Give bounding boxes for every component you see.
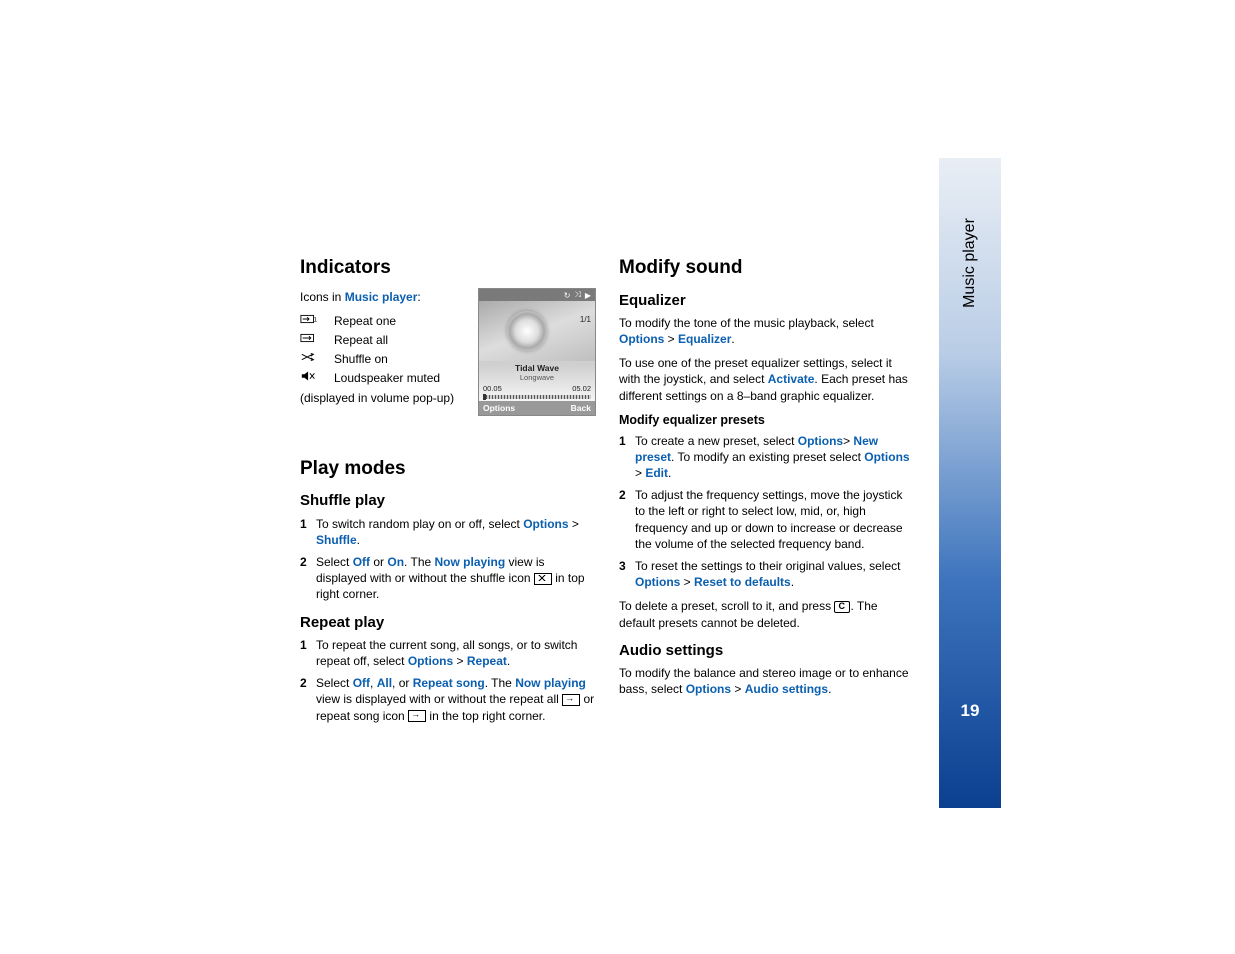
- now-playing-link[interactable]: Now playing: [435, 555, 506, 569]
- heading-modify-presets: Modify equalizer presets: [619, 412, 914, 429]
- heading-play-modes: Play modes: [300, 456, 595, 482]
- total-time: 05.02: [572, 384, 591, 393]
- play-status-icon: ▶: [585, 291, 591, 300]
- progress-times: 00.05 05.02: [479, 382, 595, 393]
- now-playing-link[interactable]: Now playing: [515, 676, 586, 690]
- progress-bar: [483, 395, 591, 399]
- heading-modify-sound: Modify sound: [619, 255, 914, 281]
- track-counter: 1/1: [580, 315, 591, 324]
- shot-topbar: ↻ ⤨ ▶: [479, 289, 595, 301]
- softkey-left[interactable]: Options: [483, 403, 515, 413]
- cd-icon: [507, 311, 547, 351]
- shuffle-steps: 1 To switch random play on or off, selec…: [300, 516, 595, 603]
- eq-para-2: To use one of the preset equalizer setti…: [619, 355, 914, 404]
- step-3: 3 To reset the settings to their origina…: [619, 558, 914, 590]
- phone-screenshot: ↻ ⤨ ▶ 1/1 Tidal Wave Longwave 00.05 05.0…: [478, 288, 596, 416]
- speaker-muted-icon: [300, 370, 334, 386]
- column-right: Modify sound Equalizer To modify the ton…: [619, 255, 914, 732]
- shuffle-status-icon: ⤨: [574, 290, 580, 300]
- options-link[interactable]: Options: [798, 434, 843, 448]
- song-title: Tidal Wave: [479, 361, 595, 373]
- softkey-right[interactable]: Back: [571, 403, 591, 413]
- step-2: 2 Select Off, All, or Repeat song. The N…: [300, 675, 595, 724]
- shuffle-link[interactable]: Shuffle: [316, 533, 357, 547]
- elapsed-time: 00.05: [483, 384, 502, 393]
- options-link[interactable]: Options: [864, 450, 909, 464]
- audio-settings-para: To modify the balance and stereo image o…: [619, 665, 914, 697]
- step-1: 1 To create a new preset, select Options…: [619, 433, 914, 482]
- repeat-status-icon: ↻: [564, 291, 571, 300]
- music-player-link[interactable]: Music player: [345, 290, 418, 304]
- options-link[interactable]: Options: [635, 575, 680, 589]
- reset-defaults-link[interactable]: Reset to defaults: [694, 575, 791, 589]
- step-2: 2 To adjust the frequency settings, move…: [619, 487, 914, 552]
- heading-equalizer: Equalizer: [619, 291, 914, 311]
- heading-audio-settings: Audio settings: [619, 641, 914, 661]
- heading-indicators: Indicators: [300, 255, 595, 281]
- off-link[interactable]: Off: [353, 676, 370, 690]
- delete-preset-para: To delete a preset, scroll to it, and pr…: [619, 598, 914, 630]
- heading-shuffle-play: Shuffle play: [300, 491, 595, 511]
- svg-text:1: 1: [314, 317, 318, 324]
- equalizer-link[interactable]: Equalizer: [678, 332, 731, 346]
- step-1: 1 To repeat the current song, all songs,…: [300, 637, 595, 669]
- step-2: 2 Select Off or On. The Now playing view…: [300, 554, 595, 603]
- repeat-all-inline-icon: [562, 694, 580, 706]
- softkeys: Options Back: [479, 401, 595, 415]
- page-content: Indicators Icons in Music player: 1 Repe…: [300, 0, 990, 732]
- shuffle-inline-icon: [534, 573, 552, 585]
- options-link[interactable]: Options: [408, 654, 453, 668]
- all-link[interactable]: All: [377, 676, 392, 690]
- on-link[interactable]: On: [387, 555, 404, 569]
- repeat-song-inline-icon: [408, 710, 426, 722]
- repeat-song-link[interactable]: Repeat song: [413, 676, 485, 690]
- repeat-one-icon: 1: [300, 313, 334, 329]
- album-art: 1/1: [479, 301, 595, 361]
- artist-name: Longwave: [479, 373, 595, 382]
- shuffle-icon: [300, 351, 334, 367]
- audio-settings-link[interactable]: Audio settings: [745, 682, 828, 696]
- options-link[interactable]: Options: [523, 517, 568, 531]
- repeat-steps: 1 To repeat the current song, all songs,…: [300, 637, 595, 724]
- modify-preset-steps: 1 To create a new preset, select Options…: [619, 433, 914, 591]
- options-link[interactable]: Options: [619, 332, 664, 346]
- repeat-link[interactable]: Repeat: [467, 654, 507, 668]
- repeat-all-icon: [300, 332, 334, 348]
- eq-para-1: To modify the tone of the music playback…: [619, 315, 914, 347]
- clear-key-icon: [834, 601, 850, 613]
- options-link[interactable]: Options: [686, 682, 731, 696]
- off-link[interactable]: Off: [353, 555, 370, 569]
- heading-repeat-play: Repeat play: [300, 613, 595, 633]
- step-1: 1 To switch random play on or off, selec…: [300, 516, 595, 548]
- activate-link[interactable]: Activate: [768, 372, 815, 386]
- edit-link[interactable]: Edit: [645, 466, 668, 480]
